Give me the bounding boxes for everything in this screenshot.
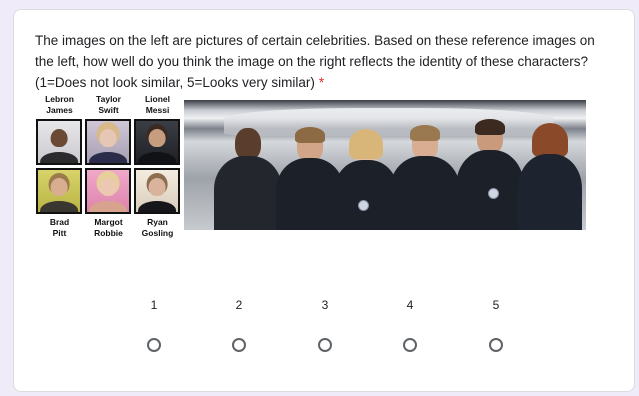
scale-option-5[interactable]: 5 (476, 298, 516, 352)
required-asterisk: * (318, 75, 325, 90)
name-ryan-gosling: Ryan Gosling (141, 217, 174, 238)
figure-4 (390, 125, 460, 230)
generated-image (184, 100, 586, 230)
reference-collage: Lebron James Taylor Swift Lionel Messi B… (35, 94, 182, 254)
radio-button-1[interactable] (147, 338, 161, 352)
scale-option-3[interactable]: 3 (305, 298, 345, 352)
name-brad-pitt: Brad Pitt (49, 217, 70, 238)
photo-brad-pitt (36, 168, 82, 214)
scale-label-3: 3 (321, 298, 329, 312)
photo-lionel-messi (134, 119, 180, 165)
scale-option-2[interactable]: 2 (219, 298, 259, 352)
scale-label-4: 4 (406, 298, 414, 312)
name-margot-robbie: Margot Robbie (94, 217, 123, 238)
radio-button-5[interactable] (489, 338, 503, 352)
photo-lebron-james (36, 119, 82, 165)
scale-option-4[interactable]: 4 (390, 298, 430, 352)
name-taylor-swift: Taylor Swift (96, 94, 121, 115)
scale-label-1: 1 (150, 298, 158, 312)
radio-button-3[interactable] (318, 338, 332, 352)
scale-label-2: 2 (235, 298, 243, 312)
radio-button-4[interactable] (403, 338, 417, 352)
reference-names-bottom: Brad Pitt Margot Robbie Ryan Gosling (35, 217, 182, 239)
figure-3 (334, 129, 398, 230)
reference-photo-grid (36, 119, 182, 214)
reference-names-top: Lebron James Taylor Swift Lionel Messi (35, 94, 182, 116)
figure-5 (456, 119, 524, 230)
photo-ryan-gosling (134, 168, 180, 214)
name-lionel-messi: Lionel Messi (144, 94, 171, 115)
question-text: The images on the left are pictures of c… (35, 30, 600, 93)
figure-1 (214, 128, 282, 230)
figure-6 (518, 123, 582, 230)
photo-taylor-swift (85, 119, 131, 165)
scale-label-5: 5 (492, 298, 500, 312)
name-lebron-james: Lebron James (45, 94, 74, 115)
question-label: The images on the left are pictures of c… (35, 33, 595, 90)
radio-button-2[interactable] (232, 338, 246, 352)
scale-option-1[interactable]: 1 (134, 298, 174, 352)
photo-margot-robbie (85, 168, 131, 214)
